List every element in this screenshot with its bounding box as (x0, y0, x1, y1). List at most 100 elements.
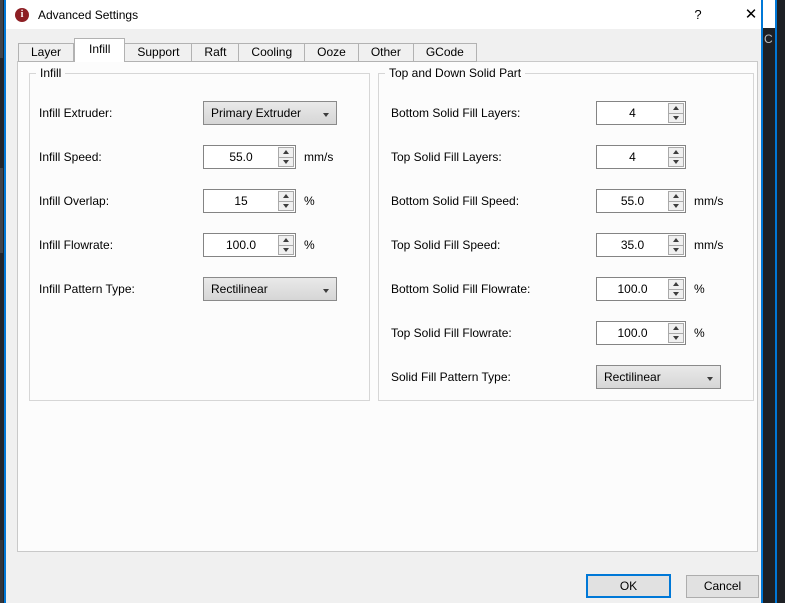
spin-down-button[interactable] (278, 156, 294, 167)
spinbox-value[interactable]: 100.0 (597, 278, 668, 300)
unit-label: % (304, 194, 315, 208)
arrow-down-icon (323, 289, 329, 293)
settings-row: Infill Flowrate: 100.0% (30, 233, 369, 257)
settings-row: Top Solid Fill Speed: 35.0 mm/s (379, 233, 753, 257)
bottom-solid-fill-flowrate-spinbox[interactable]: 100.0 (596, 277, 686, 301)
infill-group-box: Infill Infill Extruder: Primary Extruder I… (29, 66, 370, 401)
settings-row: Infill Overlap: 15% (30, 189, 369, 213)
dialog-title: Advanced Settings (38, 7, 139, 22)
arrow-down-icon (673, 115, 679, 120)
dropdown-value: Rectilinear (211, 282, 268, 296)
spin-down-button[interactable] (668, 332, 684, 343)
top-solid-fill-flowrate-spinbox[interactable]: 100.0 (596, 321, 686, 345)
background-app-titlebar-fragment (763, 0, 775, 28)
cancel-button[interactable]: Cancel (686, 575, 759, 598)
solid-part-group-box: Top and Down Solid Part Bottom Solid Fil… (378, 66, 754, 401)
spinner-buttons (668, 279, 684, 299)
tab-bar: Layer Infill Support Raft Cooling Ooze Other GC… (18, 38, 477, 62)
spinbox-value[interactable]: 100.0 (204, 234, 278, 256)
tab-other[interactable]: Other (358, 43, 414, 62)
title-bar[interactable]: i Advanced Settings ? ✕ (6, 0, 761, 29)
bottom-solid-fill-flowrate-label: Bottom Solid Fill Flowrate: (391, 282, 531, 296)
infill-group-title: Infill (36, 66, 66, 80)
infill-flowrate-spinbox[interactable]: 100.0 (203, 233, 296, 257)
spin-down-button[interactable] (278, 200, 294, 211)
arrow-down-icon (323, 113, 329, 117)
background-window-border (775, 0, 777, 603)
close-icon[interactable]: ✕ (741, 5, 761, 25)
top-solid-fill-layers-spinbox[interactable]: 4 (596, 145, 686, 169)
tab-gcode[interactable]: GCode (413, 43, 477, 62)
solid-fill-pattern-type-dropdown[interactable]: Rectilinear (596, 365, 721, 389)
screen: i Advanced Settings ? ✕ Layer Infill Suppo… (0, 0, 785, 603)
dropdown-value: Rectilinear (604, 370, 661, 384)
infill-pattern-type-label: Infill Pattern Type: (39, 282, 135, 296)
tab-cooling[interactable]: Cooling (239, 43, 306, 62)
spinbox-value[interactable]: 55.0 (597, 190, 668, 212)
chevron-down-icon (323, 106, 329, 120)
bottom-solid-fill-layers-label: Bottom Solid Fill Layers: (391, 106, 521, 120)
infill-pattern-type-dropdown[interactable]: Rectilinear (203, 277, 337, 301)
tab-layer[interactable]: Layer (18, 43, 75, 62)
settings-row: Infill Extruder: Primary Extruder (30, 101, 369, 125)
spinner-buttons (668, 235, 684, 255)
bottom-solid-fill-speed-spinbox[interactable]: 55.0 (596, 189, 686, 213)
infill-extruder-dropdown[interactable]: Primary Extruder (203, 101, 337, 125)
spin-down-button[interactable] (668, 244, 684, 255)
arrow-down-icon (673, 291, 679, 296)
bottom-solid-fill-layers-spinbox[interactable]: 4 (596, 101, 686, 125)
tab-support[interactable]: Support (125, 43, 193, 62)
settings-row: Infill Pattern Type: Rectilinear (30, 277, 369, 301)
spin-down-button[interactable] (278, 244, 294, 255)
tab-raft[interactable]: Raft (192, 43, 240, 62)
spinner-buttons (668, 191, 684, 211)
spinner-buttons (668, 103, 684, 123)
spinbox-value[interactable]: 4 (597, 146, 668, 168)
infill-extruder-label: Infill Extruder: (39, 106, 113, 120)
settings-row: Top Solid Fill Flowrate: 100.0% (379, 321, 753, 345)
spin-down-button[interactable] (668, 288, 684, 299)
solid-fill-pattern-type-label: Solid Fill Pattern Type: (391, 370, 511, 384)
unit-label: mm/s (694, 238, 724, 252)
arrow-up-icon (673, 194, 679, 199)
dropdown-value: Primary Extruder (211, 106, 302, 120)
arrow-down-icon (673, 203, 679, 208)
infill-speed-spinbox[interactable]: 55.0 (203, 145, 296, 169)
chevron-down-icon (707, 370, 713, 384)
solid-part-group-rows: Bottom Solid Fill Layers: 4 Top Solid Fill… (379, 74, 753, 389)
unit-label: % (304, 238, 315, 252)
tab-ooze[interactable]: Ooze (305, 43, 359, 62)
infill-overlap-spinbox[interactable]: 15 (203, 189, 296, 213)
settings-row: Solid Fill Pattern Type: Rectilinear (379, 365, 753, 389)
infill-overlap-label: Infill Overlap: (39, 194, 110, 208)
tab-infill[interactable]: Infill (74, 38, 126, 62)
top-solid-fill-speed-spinbox[interactable]: 35.0 (596, 233, 686, 257)
settings-row: Top Solid Fill Layers: 4 (379, 145, 753, 169)
arrow-down-icon (283, 159, 289, 164)
top-solid-fill-flowrate-label: Top Solid Fill Flowrate: (391, 326, 512, 340)
background-app-sliver (0, 0, 3, 58)
spinner-buttons (278, 235, 294, 255)
spinbox-value[interactable]: 15 (204, 190, 278, 212)
settings-row: Bottom Solid Fill Speed: 55.0 mm/s (379, 189, 753, 213)
spinner-buttons (278, 191, 294, 211)
settings-row: Bottom Solid Fill Flowrate: 100.0% (379, 277, 753, 301)
spinner-buttons (668, 323, 684, 343)
settings-row: Infill Speed: 55.0 mm/s (30, 145, 369, 169)
spinner-buttons (668, 147, 684, 167)
arrow-down-icon (707, 377, 713, 381)
arrow-up-icon (673, 150, 679, 155)
spinbox-value[interactable]: 35.0 (597, 234, 668, 256)
spinbox-value[interactable]: 55.0 (204, 146, 278, 168)
arrow-up-icon (673, 238, 679, 243)
spin-down-button[interactable] (668, 156, 684, 167)
arrow-down-icon (673, 159, 679, 164)
unit-label: % (694, 326, 705, 340)
help-button[interactable]: ? (690, 7, 706, 23)
bottom-solid-fill-speed-label: Bottom Solid Fill Speed: (391, 194, 520, 208)
spin-down-button[interactable] (668, 200, 684, 211)
ok-button[interactable]: OK (586, 574, 671, 598)
spinbox-value[interactable]: 100.0 (597, 322, 668, 344)
spinbox-value[interactable]: 4 (597, 102, 668, 124)
spin-down-button[interactable] (668, 112, 684, 123)
